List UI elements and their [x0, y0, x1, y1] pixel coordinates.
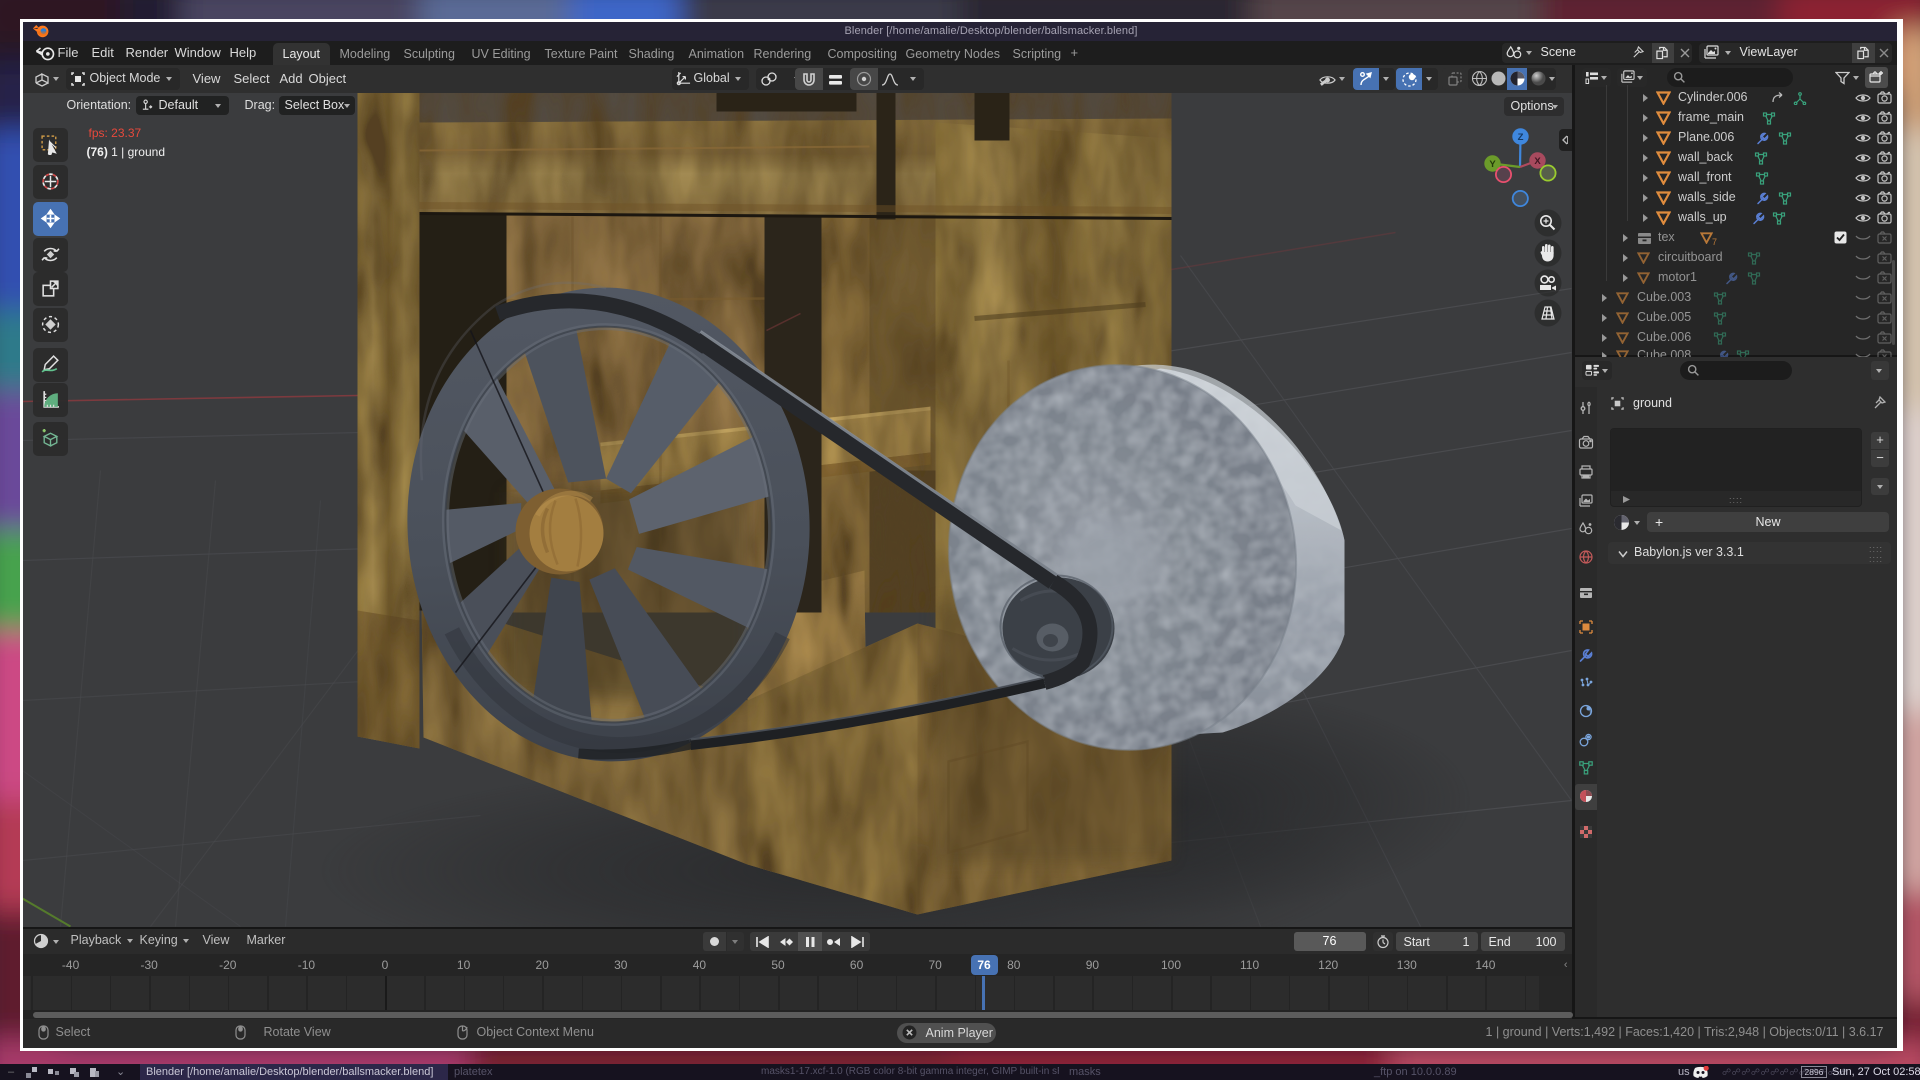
svg-text:Y: Y: [1489, 159, 1496, 170]
svg-text:Z: Z: [1517, 132, 1523, 143]
svg-text:X: X: [1534, 156, 1541, 167]
